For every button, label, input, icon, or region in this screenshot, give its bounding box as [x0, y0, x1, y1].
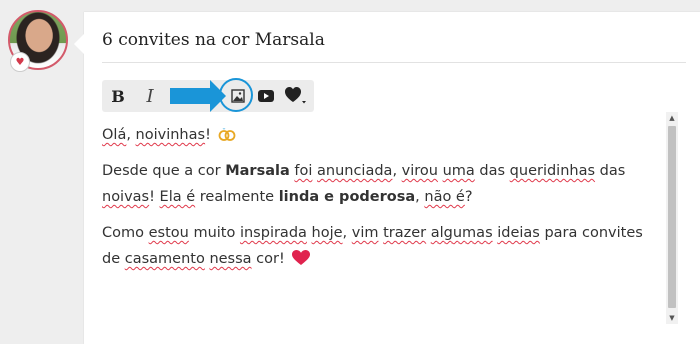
text-word: trazer [383, 225, 427, 241]
italic-button[interactable]: I [136, 80, 164, 112]
formatting-toolbar: B I [102, 78, 314, 112]
paragraph-intro: Desde que a cor Marsala foi anunciada, v… [102, 158, 662, 210]
editor-scrollbar[interactable]: ▲ ▼ [666, 112, 678, 324]
scroll-down-arrow-icon[interactable]: ▼ [666, 312, 678, 324]
text-word: inspirada [239, 225, 307, 241]
highlight-circle [219, 78, 253, 112]
text-segment: , [342, 225, 352, 241]
text-word: anunciada [317, 163, 393, 179]
post-body-editor[interactable]: Olá, noivinhas! Desde que a cor Marsala … [102, 122, 662, 332]
text-word: Olá [102, 127, 127, 143]
text-bold: Marsala [225, 163, 290, 179]
text-word: estou [148, 225, 189, 241]
text-segment: muito [188, 225, 240, 241]
scrollbar-thumb[interactable] [668, 126, 676, 308]
text-word: uma [442, 163, 475, 179]
bold-button[interactable]: B [104, 80, 132, 112]
text-segment: das [474, 163, 510, 179]
paragraph-ideas: Como estou muito inspirada hoje, vim tra… [102, 220, 662, 272]
user-avatar[interactable]: ♥ [8, 10, 68, 72]
post-editor-card: B I Olá, noivinhas [74, 12, 700, 344]
text-segment: das [595, 163, 626, 179]
paragraph-greeting: Olá, noivinhas! [102, 122, 662, 148]
text-segment: , [415, 189, 425, 205]
insert-emoji-button[interactable] [282, 80, 310, 112]
text-segment: ! [205, 127, 211, 143]
red-heart-icon [292, 250, 311, 265]
text-bold: linda e poderosa [278, 189, 416, 205]
text-segment: Desde que a cor [102, 163, 226, 179]
text-word: noivas [102, 189, 150, 205]
heart-icon [285, 87, 306, 104]
text-word: hoje [311, 225, 343, 241]
text-word: virou [401, 163, 438, 179]
text-word: noivinhas [135, 127, 206, 143]
text-word: casamento [124, 251, 205, 267]
text-word: queridinhas [509, 163, 596, 179]
heart-badge-icon: ♥ [10, 52, 30, 72]
text-word: foi [294, 163, 313, 179]
post-title-input[interactable] [102, 30, 682, 50]
text-segment: cor! [251, 251, 285, 267]
text-word: Ela é [159, 189, 196, 205]
text-word: ideias [497, 225, 540, 241]
wedding-rings-icon [218, 128, 235, 141]
insert-video-button[interactable] [252, 80, 280, 112]
scroll-up-arrow-icon[interactable]: ▲ [666, 112, 678, 124]
text-segment: realmente [195, 189, 279, 205]
text-word: algumas [430, 225, 493, 241]
text-segment: ? [464, 189, 473, 205]
text-segment: , [392, 163, 402, 179]
youtube-icon [258, 90, 274, 102]
text-word: não é [424, 189, 465, 205]
text-word: vim [351, 225, 379, 241]
text-segment: , [126, 127, 136, 143]
text-segment: Como [102, 225, 149, 241]
title-divider [102, 62, 686, 63]
text-segment: ! [149, 189, 160, 205]
text-word: nessa [209, 251, 252, 267]
